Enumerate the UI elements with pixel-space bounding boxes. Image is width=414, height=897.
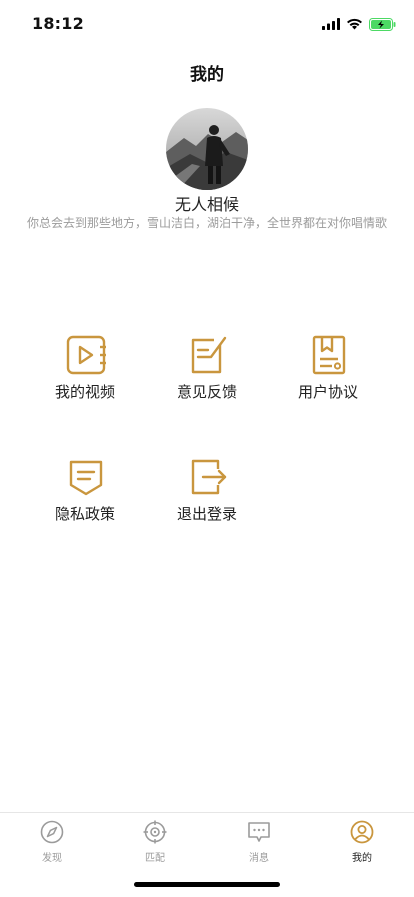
home-indicator[interactable] xyxy=(134,882,280,887)
wifi-icon xyxy=(347,18,362,30)
compass-icon xyxy=(40,820,64,844)
page-title: 我的 xyxy=(190,65,224,85)
avatar[interactable] xyxy=(166,108,248,190)
signal-icon xyxy=(322,18,340,30)
menu-item-logout[interactable]: 退出登录 xyxy=(147,457,267,537)
menu-label: 用户协议 xyxy=(297,383,358,401)
bio-text: 你总会去到那些地方，雪山洁白，湖泊干净，全世界都在对你唱情歌 xyxy=(26,216,387,230)
agreement-icon xyxy=(312,335,346,375)
menu-item-my-videos[interactable]: 我的视频 xyxy=(25,335,145,415)
status-bar: 18:12 xyxy=(0,0,414,48)
username: 无人相候 xyxy=(174,195,239,214)
battery-icon xyxy=(369,17,396,31)
menu-label: 隐私政策 xyxy=(54,505,115,523)
menu-label: 我的视频 xyxy=(54,383,115,401)
video-icon xyxy=(66,335,106,375)
privacy-icon xyxy=(69,460,103,496)
message-icon xyxy=(248,822,270,842)
logout-icon xyxy=(191,459,227,495)
tab-discover[interactable]: 发现 xyxy=(0,813,104,873)
menu-item-privacy-policy[interactable]: 隐私政策 xyxy=(25,457,145,537)
tab-label: 匹配 xyxy=(145,853,165,864)
tab-mine[interactable]: 我的 xyxy=(310,813,414,873)
tab-label: 我的 xyxy=(352,853,372,864)
target-icon xyxy=(143,820,167,844)
tab-messages[interactable]: 消息 xyxy=(207,813,311,873)
tab-label: 发现 xyxy=(42,853,62,864)
menu-label: 退出登录 xyxy=(176,505,237,523)
status-time: 18:12 xyxy=(32,14,84,33)
menu-label: 意见反馈 xyxy=(176,383,237,401)
status-icons xyxy=(322,15,396,33)
menu-item-feedback[interactable]: 意见反馈 xyxy=(147,335,267,415)
feedback-icon xyxy=(191,336,227,374)
user-icon xyxy=(350,820,374,844)
tab-match[interactable]: 匹配 xyxy=(103,813,207,873)
menu-item-user-agreement[interactable]: 用户协议 xyxy=(268,335,388,415)
tab-label: 消息 xyxy=(249,853,269,864)
